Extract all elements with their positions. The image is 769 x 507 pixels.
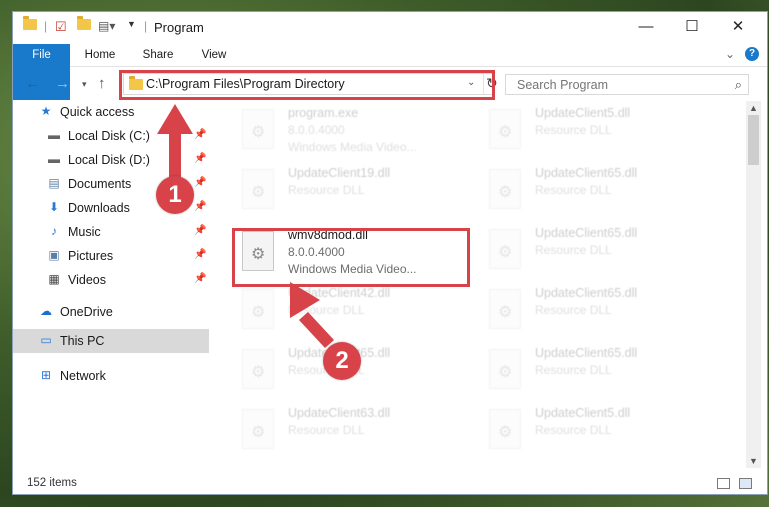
arrow-2 xyxy=(290,282,334,348)
arrow-1 xyxy=(157,104,193,178)
step-2-badge: 2 xyxy=(323,342,361,380)
step-1-badge: 1 xyxy=(156,176,194,214)
annotation-arrows xyxy=(157,104,334,348)
